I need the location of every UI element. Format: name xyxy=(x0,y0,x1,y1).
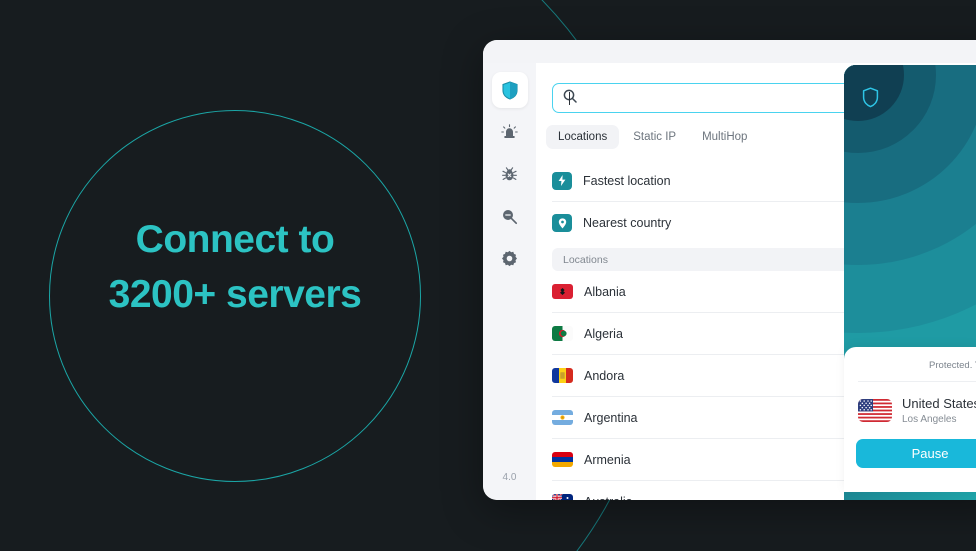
shield-outline-icon xyxy=(862,87,879,113)
text-cursor xyxy=(569,91,570,105)
tab-static-ip[interactable]: Static IP xyxy=(621,125,688,149)
sidebar-item-vpn[interactable] xyxy=(491,72,528,108)
sidebar-item-settings[interactable] xyxy=(492,240,528,276)
lightning-bolt-icon xyxy=(552,171,572,190)
sidebar: 4.0 xyxy=(483,63,536,500)
tab-multihop[interactable]: MultiHop xyxy=(690,125,759,149)
connection-status-card: Protected. Your xyxy=(844,347,976,492)
sidebar-item-breach-scan[interactable] xyxy=(492,198,528,234)
map-pin-icon xyxy=(552,214,572,232)
flag-icon-armenia xyxy=(552,452,573,467)
flag-icon-australia xyxy=(552,494,573,500)
gear-icon xyxy=(501,250,518,267)
protected-status-text: Protected. Your xyxy=(858,360,976,382)
hero-headline-line2: 3200+ servers xyxy=(108,273,362,317)
hero-headline-line1: Connect to xyxy=(135,218,335,261)
window-titlebar xyxy=(483,40,976,63)
sidebar-item-antivirus[interactable] xyxy=(492,156,528,192)
flag-icon-andora xyxy=(552,368,573,383)
flag-icon-albania xyxy=(552,284,573,299)
flag-icon-united-states xyxy=(858,398,892,422)
search-scan-icon xyxy=(501,208,518,225)
app-version-label: 4.0 xyxy=(502,472,517,483)
hero-headline: Connect to 3200+ servers xyxy=(0,212,470,323)
alert-siren-icon xyxy=(501,123,518,141)
tab-locations[interactable]: Locations xyxy=(546,125,620,149)
pause-button[interactable]: Pause xyxy=(856,439,976,468)
current-country: United States xyxy=(902,396,976,411)
sidebar-item-alerts[interactable] xyxy=(492,114,528,150)
search-icon xyxy=(563,89,577,108)
shield-icon xyxy=(501,80,518,100)
flag-icon-argentina xyxy=(552,410,573,425)
current-location-text: United States Los Angeles xyxy=(902,395,976,425)
bug-icon xyxy=(501,166,518,183)
flag-icon-algeria xyxy=(552,326,573,341)
quick-option-label: Fastest location xyxy=(583,173,671,188)
current-location-row[interactable]: United States Los Angeles xyxy=(858,395,976,425)
quick-option-label: Nearest country xyxy=(583,216,672,230)
current-city: Los Angeles xyxy=(902,414,957,425)
